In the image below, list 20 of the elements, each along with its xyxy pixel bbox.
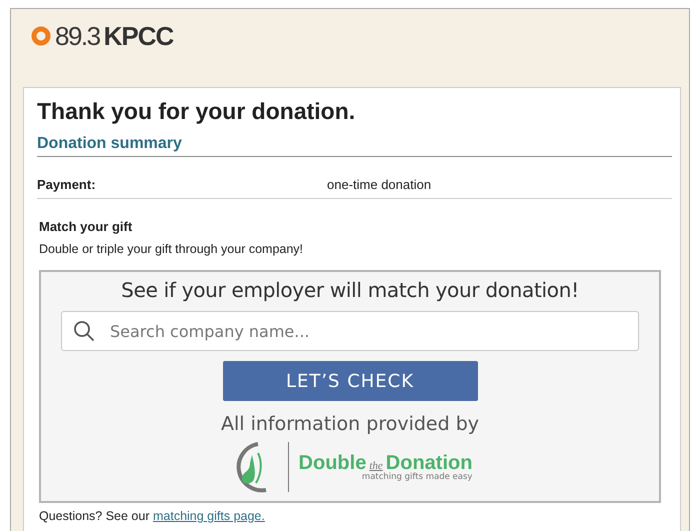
- page-title: Thank you for your donation.: [37, 98, 356, 125]
- ring-icon: [31, 26, 51, 46]
- section-heading: Donation summary: [37, 135, 672, 157]
- logo-frequency: 89.3: [55, 21, 100, 52]
- brand-tagline: matching gifts made easy: [362, 472, 472, 482]
- search-field[interactable]: Search company name...: [61, 311, 639, 351]
- brand-word: Double: [298, 452, 366, 474]
- row-label: Payment:: [37, 177, 97, 192]
- logo-name: KPCC: [104, 21, 174, 52]
- search-icon: [73, 320, 95, 342]
- footer-text: Questions? See our matching gifts page.: [39, 509, 266, 523]
- match-text: Double or triple your gift through your company!: [39, 242, 304, 256]
- matching-gifts-link[interactable]: matching gifts page.: [152, 509, 265, 523]
- check-button[interactable]: LET’S CHECK: [222, 361, 478, 401]
- row-value: one-time donation: [327, 177, 432, 192]
- widget-heading: See if your employer will match your donation!: [121, 278, 579, 302]
- provider-text: All information provided by: [220, 413, 480, 435]
- brand-word: Donation: [386, 452, 472, 474]
- brand-word: the: [369, 460, 383, 472]
- match-heading: Match your gift: [39, 219, 134, 234]
